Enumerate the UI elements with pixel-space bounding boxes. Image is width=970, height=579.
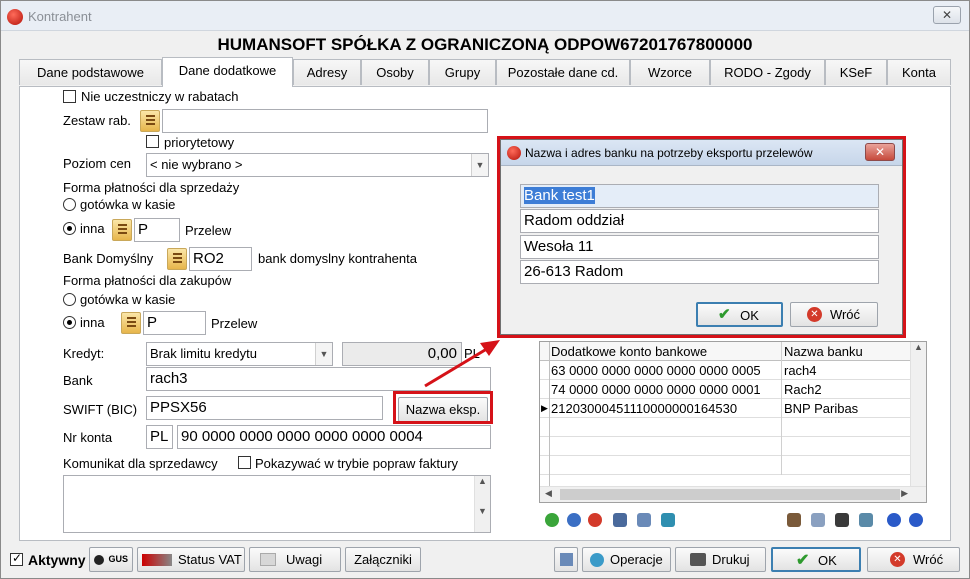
arrow-line [424,345,491,388]
tab-dane-dodatkowe[interactable]: Dane dodatkowe [162,57,293,87]
arrow-head [480,340,500,356]
highlight-dialog [497,136,906,338]
